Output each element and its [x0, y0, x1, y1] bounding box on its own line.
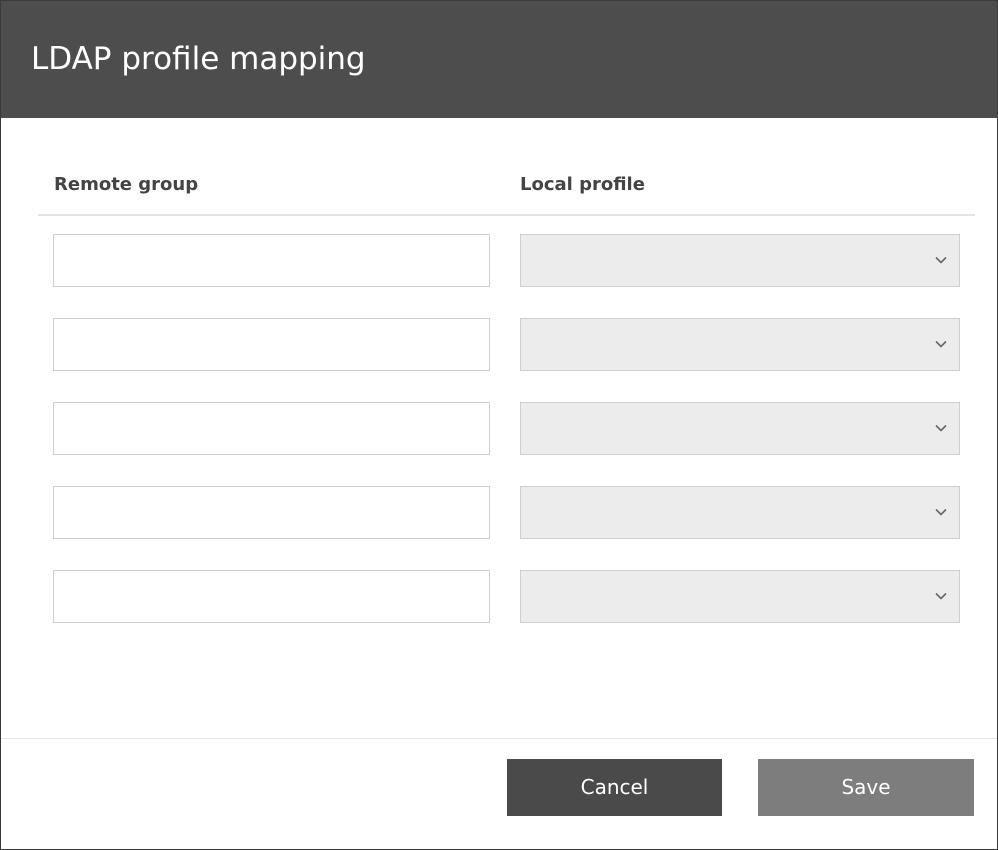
save-button[interactable]: Save — [758, 759, 974, 816]
remote-group-input[interactable] — [53, 402, 490, 455]
mapping-row — [1, 486, 997, 541]
dialog-header: LDAP profile mapping — [1, 1, 997, 118]
mapping-row — [1, 234, 997, 289]
column-header-local-profile: Local profile — [520, 174, 645, 195]
chevron-down-icon — [935, 340, 947, 348]
local-profile-select[interactable] — [520, 318, 960, 371]
remote-group-input[interactable] — [53, 318, 490, 371]
mapping-row — [1, 570, 997, 625]
remote-group-input[interactable] — [53, 234, 490, 287]
mapping-row — [1, 402, 997, 457]
cancel-button[interactable]: Cancel — [507, 759, 722, 816]
remote-group-input[interactable] — [53, 486, 490, 539]
dialog-title: LDAP profile mapping — [31, 41, 366, 77]
chevron-down-icon — [935, 592, 947, 600]
chevron-down-icon — [935, 424, 947, 432]
chevron-down-icon — [935, 508, 947, 516]
column-header-remote-group: Remote group — [54, 174, 199, 195]
ldap-profile-mapping-dialog: LDAP profile mapping Remote group Local … — [0, 0, 998, 850]
local-profile-select[interactable] — [520, 234, 960, 287]
local-profile-select[interactable] — [520, 486, 960, 539]
mapping-row — [1, 318, 997, 373]
header-divider — [38, 214, 975, 216]
local-profile-select[interactable] — [520, 570, 960, 623]
local-profile-select[interactable] — [520, 402, 960, 455]
remote-group-input[interactable] — [53, 570, 490, 623]
footer-divider — [1, 738, 997, 739]
chevron-down-icon — [935, 256, 947, 264]
